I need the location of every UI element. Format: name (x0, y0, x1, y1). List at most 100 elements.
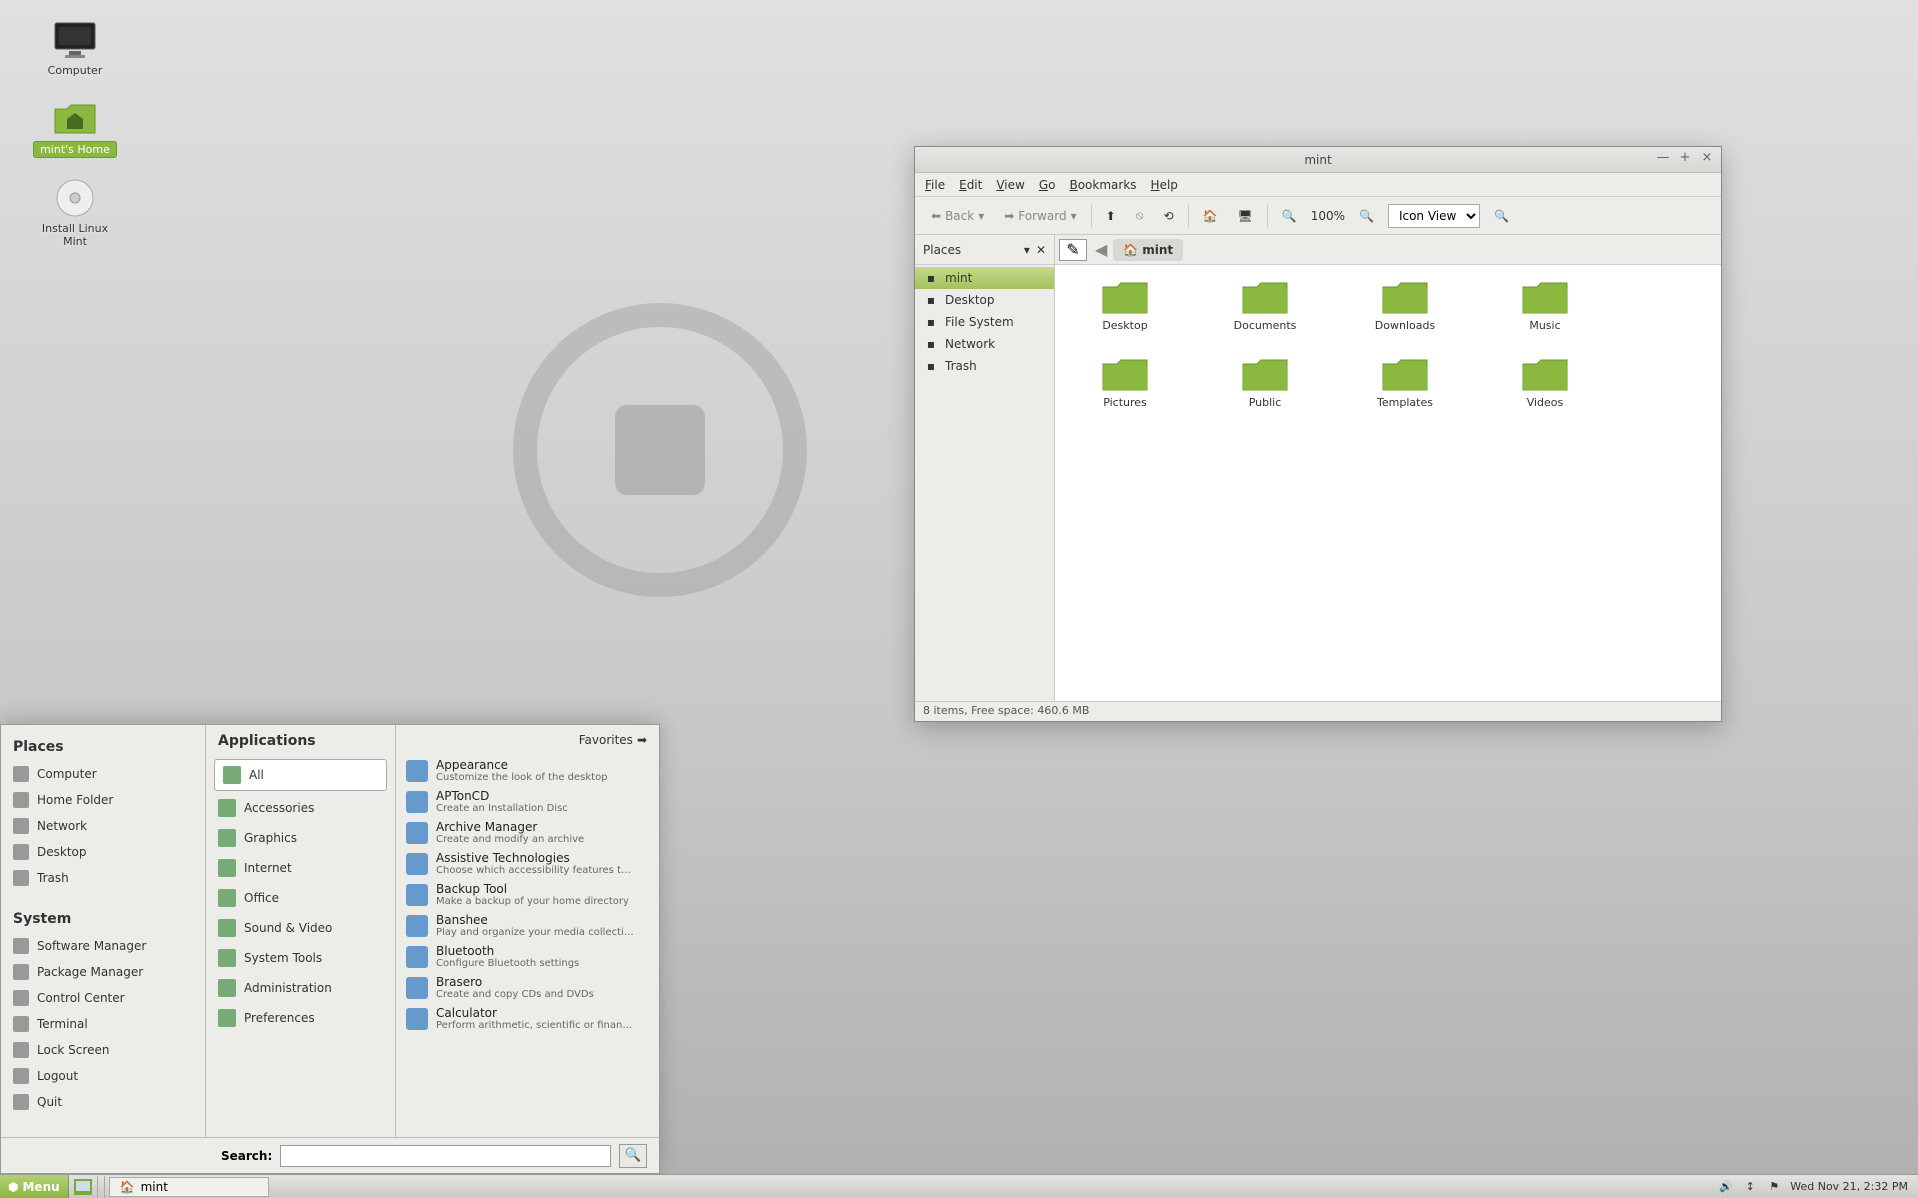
menu-help[interactable]: Help (1151, 178, 1178, 192)
taskbar-item-mint[interactable]: 🏠 mint (109, 1177, 269, 1197)
system-item-package-manager[interactable]: Package Manager (9, 959, 197, 985)
computer-button[interactable]: 🖥 (1232, 205, 1259, 227)
up-button[interactable]: ⬆ (1100, 205, 1122, 227)
folder-videos[interactable]: Videos (1495, 352, 1595, 409)
show-desktop-button[interactable] (71, 1176, 95, 1198)
close-button[interactable]: × (1699, 151, 1715, 167)
category-preferences[interactable]: Preferences (206, 1003, 395, 1033)
category-office[interactable]: Office (206, 883, 395, 913)
clock[interactable]: Wed Nov 21, 2:32 PM (1790, 1180, 1908, 1193)
app-archive-manager[interactable]: Archive ManagerCreate and modify an arch… (396, 817, 659, 848)
folder-icon (1101, 275, 1149, 315)
minimize-button[interactable]: — (1655, 151, 1671, 167)
zoom-out-button[interactable]: 🔍 (1276, 205, 1303, 227)
system-item-control-center[interactable]: Control Center (9, 985, 197, 1011)
view-mode-select[interactable]: Icon View (1388, 204, 1480, 228)
system-icon (13, 1094, 29, 1110)
folder-public[interactable]: Public (1215, 352, 1315, 409)
back-crumb-icon[interactable]: ◀ (1095, 240, 1107, 259)
category-icon (223, 766, 241, 784)
app-aptoncd[interactable]: APTonCDCreate an Installation Disc (396, 786, 659, 817)
favorites-button[interactable]: Favorites ➡ (396, 725, 659, 755)
app-bluetooth[interactable]: BluetoothConfigure Bluetooth settings (396, 941, 659, 972)
sidebar-item-mint[interactable]: ▪mint (915, 267, 1054, 289)
folder-label: Public (1249, 396, 1282, 409)
places-item-desktop[interactable]: Desktop (9, 839, 197, 865)
home-button[interactable]: 🏠 (1197, 205, 1224, 227)
close-icon[interactable]: ✕ (1036, 243, 1046, 257)
category-icon (218, 979, 236, 997)
places-item-computer[interactable]: Computer (9, 761, 197, 787)
network-icon[interactable]: ↕ (1742, 1179, 1758, 1195)
file-list[interactable]: Desktop Documents Downloads Music Pictures Pu… (1055, 265, 1721, 701)
menu-edit[interactable]: Edit (959, 178, 982, 192)
maximize-button[interactable]: + (1677, 151, 1693, 167)
volume-icon[interactable]: 🔊 (1718, 1179, 1734, 1195)
sidebar-item-trash[interactable]: ▪Trash (915, 355, 1054, 377)
sidebar-item-network[interactable]: ▪Network (915, 333, 1054, 355)
category-graphics[interactable]: Graphics (206, 823, 395, 853)
folder-pictures[interactable]: Pictures (1075, 352, 1175, 409)
system-item-logout[interactable]: Logout (9, 1063, 197, 1089)
places-dropdown[interactable]: Places ▾ ✕ (915, 235, 1055, 264)
system-item-quit[interactable]: Quit (9, 1089, 197, 1115)
search-button[interactable]: 🔍 (619, 1144, 647, 1168)
folder-desktop[interactable]: Desktop (1075, 275, 1175, 332)
app-assistive-technologies[interactable]: Assistive TechnologiesChoose which acces… (396, 848, 659, 879)
place-icon (13, 870, 29, 886)
menu-places-column: Places ComputerHome FolderNetworkDesktop… (1, 725, 206, 1137)
reload-button[interactable]: ⟲ (1157, 205, 1179, 227)
breadcrumb[interactable]: 🏠 mint (1113, 239, 1183, 261)
system-item-terminal[interactable]: Terminal (9, 1011, 197, 1037)
folder-icon (1381, 275, 1429, 315)
desktop-icon-install[interactable]: Install Linux Mint (30, 178, 120, 248)
menu-go[interactable]: Go (1039, 178, 1056, 192)
chevron-down-icon: ▾ (1024, 243, 1030, 257)
menu-button[interactable]: ⬢ Menu (0, 1175, 69, 1198)
folder-downloads[interactable]: Downloads (1355, 275, 1455, 332)
zoom-in-button[interactable]: 🔍 (1353, 205, 1380, 227)
zoom-level: 100% (1311, 209, 1345, 223)
category-sound-video[interactable]: Sound & Video (206, 913, 395, 943)
category-internet[interactable]: Internet (206, 853, 395, 883)
desktop-icon-computer[interactable]: Computer (30, 20, 120, 77)
app-calculator[interactable]: CalculatorPerform arithmetic, scientific… (396, 1003, 659, 1034)
search-icon: 🔍 (1494, 209, 1509, 223)
place-icon (13, 844, 29, 860)
app-banshee[interactable]: BansheePlay and organize your media coll… (396, 910, 659, 941)
folder-documents[interactable]: Documents (1215, 275, 1315, 332)
category-system-tools[interactable]: System Tools (206, 943, 395, 973)
places-item-network[interactable]: Network (9, 813, 197, 839)
updates-icon[interactable]: ⚑ (1766, 1179, 1782, 1195)
category-accessories[interactable]: Accessories (206, 793, 395, 823)
sidebar-item-label: mint (945, 271, 972, 285)
desktop-icon-home[interactable]: mint's Home (30, 97, 120, 158)
system-item-software-manager[interactable]: Software Manager (9, 933, 197, 959)
drive-icon: ▪ (923, 314, 939, 330)
app-appearance[interactable]: AppearanceCustomize the look of the desk… (396, 755, 659, 786)
places-item-home-folder[interactable]: Home Folder (9, 787, 197, 813)
sidebar-item-file-system[interactable]: ▪File System (915, 311, 1054, 333)
category-label: Sound & Video (244, 921, 332, 935)
location-toggle-button[interactable]: ✎ (1059, 239, 1087, 261)
folder-music[interactable]: Music (1495, 275, 1595, 332)
system-label: Quit (37, 1095, 62, 1109)
back-button: ⬅ Back ▾ (925, 205, 990, 227)
system-item-lock-screen[interactable]: Lock Screen (9, 1037, 197, 1063)
app-brasero[interactable]: BraseroCreate and copy CDs and DVDs (396, 972, 659, 1003)
menu-view[interactable]: View (996, 178, 1024, 192)
place-label: Trash (37, 871, 69, 885)
app-backup-tool[interactable]: Backup ToolMake a backup of your home di… (396, 879, 659, 910)
sidebar-item-desktop[interactable]: ▪Desktop (915, 289, 1054, 311)
folder-templates[interactable]: Templates (1355, 352, 1455, 409)
search-input[interactable] (280, 1145, 611, 1167)
menu-file[interactable]: File (925, 178, 945, 192)
category-all[interactable]: All (214, 759, 387, 791)
search-button[interactable]: 🔍 (1488, 205, 1515, 227)
place-label: Desktop (37, 845, 87, 859)
category-administration[interactable]: Administration (206, 973, 395, 1003)
menu-bookmarks[interactable]: Bookmarks (1069, 178, 1136, 192)
titlebar[interactable]: mint — + × (915, 147, 1721, 173)
folder-icon (1521, 275, 1569, 315)
places-item-trash[interactable]: Trash (9, 865, 197, 891)
